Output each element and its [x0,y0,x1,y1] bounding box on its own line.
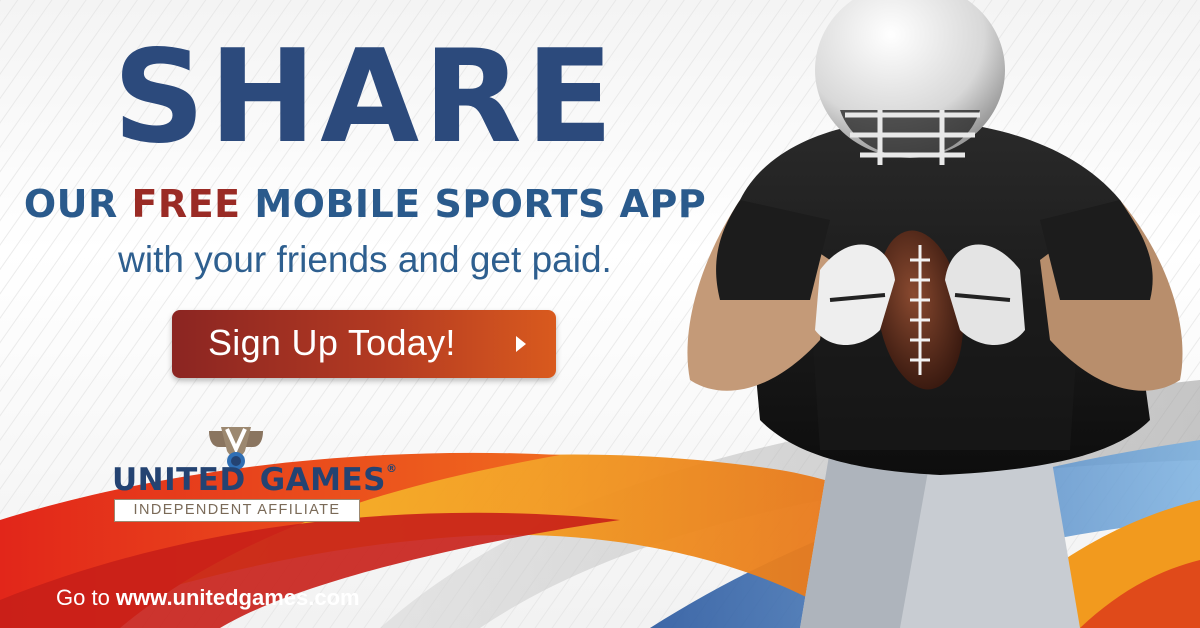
play-arrow-icon [516,336,526,352]
logo-word-united: UNITED [112,462,246,498]
football-player-image [687,0,1183,628]
united-games-logo: UNITED GAMES® INDEPENDENT AFFILIATE [112,425,397,525]
logo-wordmark: UNITED GAMES® [112,462,398,498]
website-link[interactable]: www.unitedgames.com [116,585,360,610]
sign-up-button[interactable]: Sign Up Today! [172,310,556,378]
subheadline: OUR FREE MOBILE SPORTS APP [0,180,730,228]
tagline: with your friends and get paid. [118,239,612,280]
footer-url-text: Go to www.unitedgames.com [56,585,360,611]
affiliate-badge: INDEPENDENT AFFILIATE [114,499,360,522]
headline-share: SHARE [112,23,618,172]
registered-mark: ® [386,462,398,475]
subheadline-highlight: FREE [131,182,241,226]
ad-banner: SHARE OUR FREE MOBILE SPORTS APP with yo… [0,0,1200,628]
subheadline-suffix: MOBILE SPORTS APP [240,182,707,226]
footer-prefix: Go to [56,585,116,610]
sign-up-button-label: Sign Up Today! [208,322,456,363]
subheadline-prefix: OUR [23,182,132,226]
logo-word-games: GAMES [259,462,387,498]
